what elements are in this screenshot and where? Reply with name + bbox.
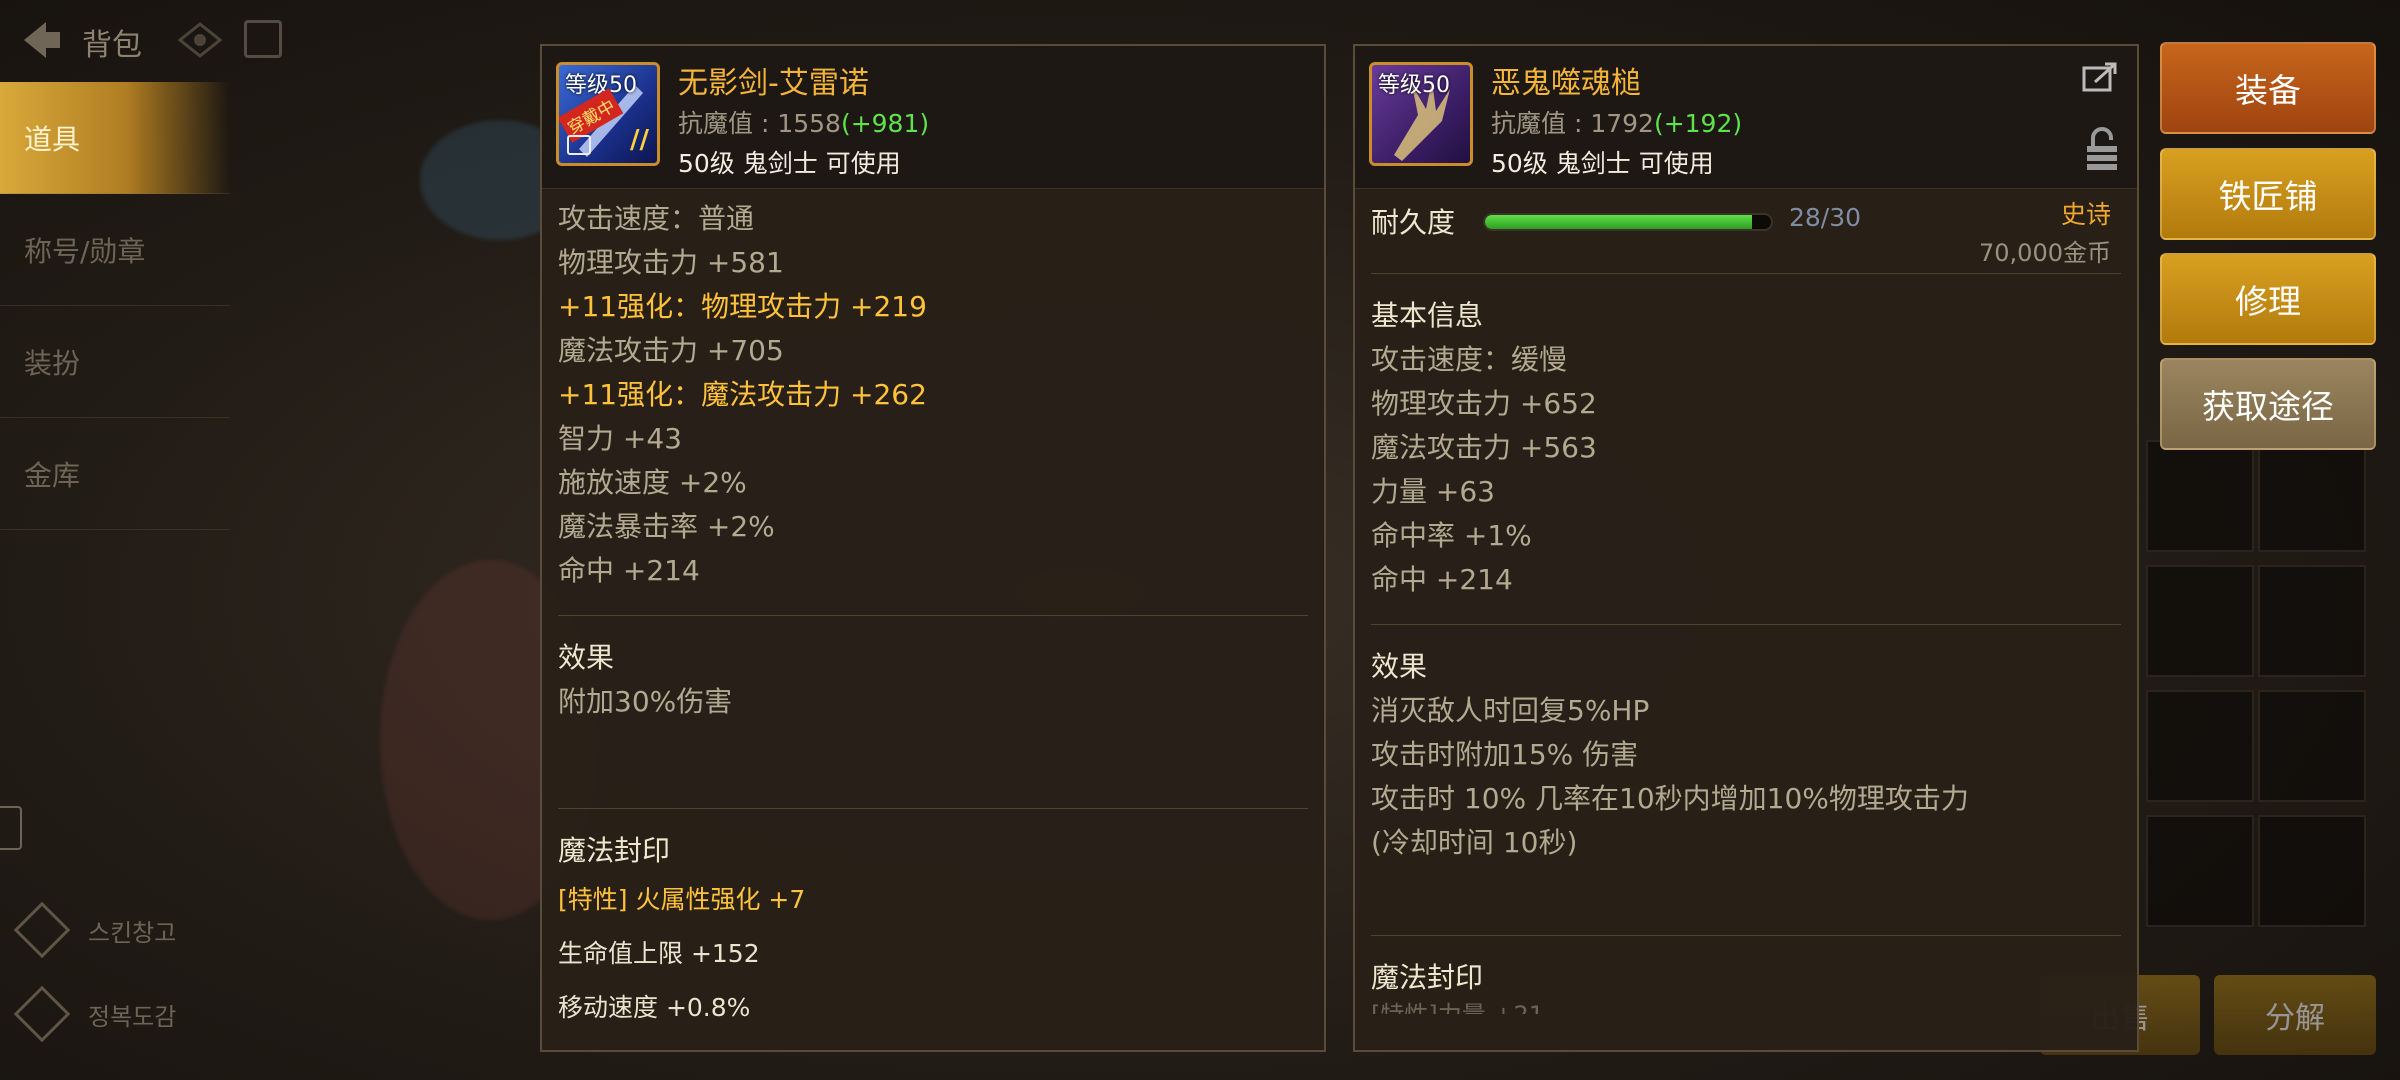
stat-line: 攻击速度：缓慢 — [1371, 343, 1568, 376]
inventory-slot[interactable] — [2258, 565, 2366, 677]
divider — [558, 808, 1308, 809]
stat-line: 物理攻击力 +652 — [1371, 387, 1597, 420]
item-level-tag: 等级50 — [1378, 73, 1450, 98]
effect-line: (冷却时间 10秒) — [1371, 826, 1578, 859]
side-item-label: 金库 — [24, 458, 81, 492]
basic-info-title: 基本信息 — [1371, 299, 1484, 332]
compared-item-tooltip: 等级50 恶鬼噬魂槌 抗魔值 : 1792(+192) 50级 鬼剑士 可使用 … — [1353, 44, 2139, 1052]
seal-line: [特性] 火属性强化 +7 — [558, 885, 806, 914]
divider — [558, 615, 1308, 616]
divider — [1371, 624, 2121, 625]
obtain-source-button[interactable]: 获取途径 — [2160, 358, 2376, 450]
stat-line: 魔法暴击率 +2% — [558, 510, 775, 543]
usable-requirement: 50级 鬼剑士 可使用 — [1491, 149, 1714, 178]
stat-line: 力量 +63 — [1371, 475, 1495, 508]
side-item-label: 道具 — [24, 122, 81, 156]
seal-line: 生命值上限 +152 — [558, 939, 760, 968]
side-toggle-tab[interactable] — [0, 806, 22, 850]
share-icon[interactable] — [2081, 60, 2121, 94]
effect-line: 附加30%伤害 — [558, 685, 733, 718]
inventory-slot[interactable] — [2258, 440, 2366, 552]
effect-line: 消灭敌人时回复5%HP — [1371, 694, 1650, 727]
side-item-label: 称号/勋章 — [24, 234, 146, 268]
side-item-titles[interactable]: 称号/勋章 — [0, 194, 230, 306]
lock-icon — [567, 135, 591, 155]
inventory-grid-icon[interactable] — [244, 20, 282, 58]
grade-bars-icon: // — [630, 125, 649, 155]
side-item-avatar[interactable]: 装扮 — [0, 306, 230, 418]
inventory-slot[interactable] — [2146, 440, 2254, 552]
rarity-badge: 史诗 — [2060, 200, 2111, 229]
seal-line: 移动速度 +0.8% — [558, 993, 751, 1022]
side-item-items[interactable]: 道具 — [0, 82, 230, 194]
magic-resist-bonus: (+192) — [1653, 109, 1743, 138]
seal-line-cutoff: [特性]力量 +21 — [1371, 1000, 2121, 1014]
disassemble-button[interactable]: 分解 — [2214, 975, 2376, 1055]
bag-title: 背包 — [82, 28, 142, 63]
side-item-label: 装扮 — [24, 346, 81, 380]
stat-line: 魔法攻击力 +705 — [558, 334, 784, 367]
stat-line: 施放速度 +2% — [558, 466, 747, 499]
inventory-slot[interactable] — [2258, 815, 2366, 927]
usable-requirement: 50级 鬼剑士 可使用 — [678, 149, 901, 178]
magic-resist: 抗魔值 : 1792(+192) — [1491, 104, 1742, 140]
blacksmith-button[interactable]: 铁匠铺 — [2160, 148, 2376, 240]
magic-resist: 抗魔值 : 1558(+981) — [678, 104, 929, 140]
inventory-slot[interactable] — [2146, 815, 2254, 927]
side-menu: 道具 称号/勋章 装扮 金库 — [0, 82, 230, 530]
effect-line: 攻击时 10% 几率在10秒内增加10%物理攻击力 — [1371, 782, 1969, 815]
effect-line: 攻击时附加15% 伤害 — [1371, 738, 1639, 771]
effect-title: 效果 — [558, 641, 615, 674]
side-item-vault[interactable]: 金库 — [0, 418, 230, 530]
stat-line: 魔法攻击力 +563 — [1371, 431, 1597, 464]
item-name: 恶鬼噬魂槌 — [1491, 66, 1641, 101]
collection-label: 정복도감 — [88, 1002, 177, 1031]
lock-icon[interactable] — [2083, 126, 2121, 172]
collection-button[interactable]: 정복도감 — [13, 985, 222, 1043]
magic-resist-value: 抗魔值 : 1792 — [1491, 109, 1654, 138]
item-header: 等级50 穿戴中 // 无影剑-艾雷诺 抗魔值 : 1558(+981) 50级… — [542, 46, 1324, 189]
item-price: 70,000金币 — [1979, 239, 2111, 267]
equipped-item-tooltip: 等级50 穿戴中 // 无影剑-艾雷诺 抗魔值 : 1558(+981) 50级… — [540, 44, 1326, 1052]
inventory-slot[interactable] — [2258, 690, 2366, 802]
stat-line: 命中率 +1% — [1371, 519, 1532, 552]
top-bar: 背包 — [0, 0, 540, 80]
durability-value: 28/30 — [1789, 203, 1862, 232]
inventory-slot[interactable] — [2146, 565, 2254, 677]
stat-line: 物理攻击力 +581 — [558, 246, 784, 279]
item-name: 无影剑-艾雷诺 — [678, 66, 869, 101]
eye-icon[interactable] — [178, 20, 222, 60]
durability-fill — [1485, 215, 1752, 229]
back-arrow-icon[interactable] — [16, 16, 64, 64]
magic-resist-bonus: (+981) — [840, 109, 930, 138]
claw-item-icon: 等级50 — [1369, 62, 1473, 166]
stat-line: 命中 +214 — [558, 554, 700, 587]
seal-title: 魔法封印 — [558, 834, 671, 867]
enhancement-line: +11强化：物理攻击力 +219 — [558, 290, 927, 323]
durability-label: 耐久度 — [1371, 206, 1456, 239]
divider — [1371, 935, 2121, 936]
item-header: 等级50 恶鬼噬魂槌 抗魔值 : 1792(+192) 50级 鬼剑士 可使用 — [1355, 46, 2137, 189]
divider — [1371, 273, 2121, 274]
durability-bar — [1483, 213, 1773, 231]
stat-line: 攻击速度：普通 — [558, 202, 755, 235]
skin-storage-label: 스킨창고 — [88, 918, 177, 947]
seal-title: 魔法封印 — [1371, 961, 1484, 994]
enhancement-line: +11强化：魔法攻击力 +262 — [558, 378, 927, 411]
repair-button[interactable]: 修理 — [2160, 253, 2376, 345]
stat-line: 智力 +43 — [558, 422, 682, 455]
equip-button[interactable]: 装备 — [2160, 42, 2376, 134]
collection-icon — [13, 985, 71, 1043]
skin-storage-icon — [13, 901, 71, 959]
inventory-slot[interactable] — [2146, 690, 2254, 802]
durability-row: 耐久度 28/30 史诗 70,000金币 — [1371, 197, 2121, 267]
effect-title: 效果 — [1371, 650, 1428, 683]
magic-resist-value: 抗魔值 : 1558 — [678, 109, 841, 138]
sword-item-icon: 等级50 穿戴中 // — [556, 62, 660, 166]
stat-line: 命中 +214 — [1371, 563, 1513, 596]
skin-storage-button[interactable]: 스킨창고 — [13, 901, 222, 959]
